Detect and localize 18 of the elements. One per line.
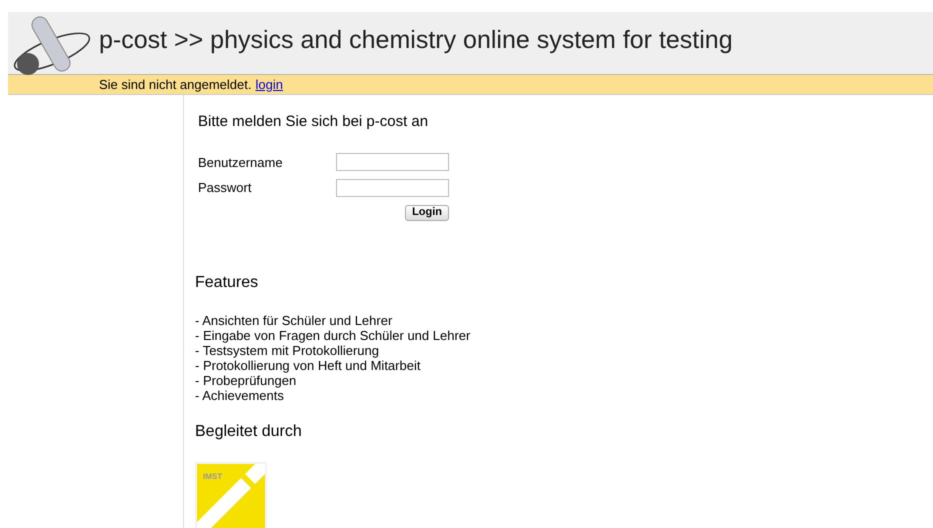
login-link[interactable]: login	[255, 74, 283, 94]
partners-heading: Begleitet durch	[195, 422, 303, 442]
page-title: p-cost >> physics and chemistry online system for testing	[99, 25, 733, 56]
login-button[interactable]: Login	[405, 204, 449, 220]
feature-item: - Probeprüfungen	[195, 372, 298, 388]
login-heading: Bitte melden Sie sich bei p-cost an	[198, 112, 430, 132]
input-field[interactable]	[336, 153, 449, 172]
field-label: Benutzername	[198, 154, 284, 172]
field-label: Passwort	[198, 179, 252, 197]
logo-text: IMST	[203, 470, 222, 482]
feature-item: - Testsystem mit Protokollierung	[195, 342, 380, 358]
input-field[interactable]	[336, 178, 449, 197]
feature-item: - Achievements	[195, 388, 284, 402]
feature-item: - Eingabe von Fragen durch Schüler und Lehrer	[195, 328, 470, 342]
feature-item: - Protokollierung von Heft und Mitarbeit	[195, 358, 422, 372]
feature-item: - Ansichten für Schüler und Lehrer	[195, 312, 394, 328]
features-heading: Features	[195, 272, 260, 292]
login-status: Sie sind nicht angemeldet.	[99, 76, 252, 94]
